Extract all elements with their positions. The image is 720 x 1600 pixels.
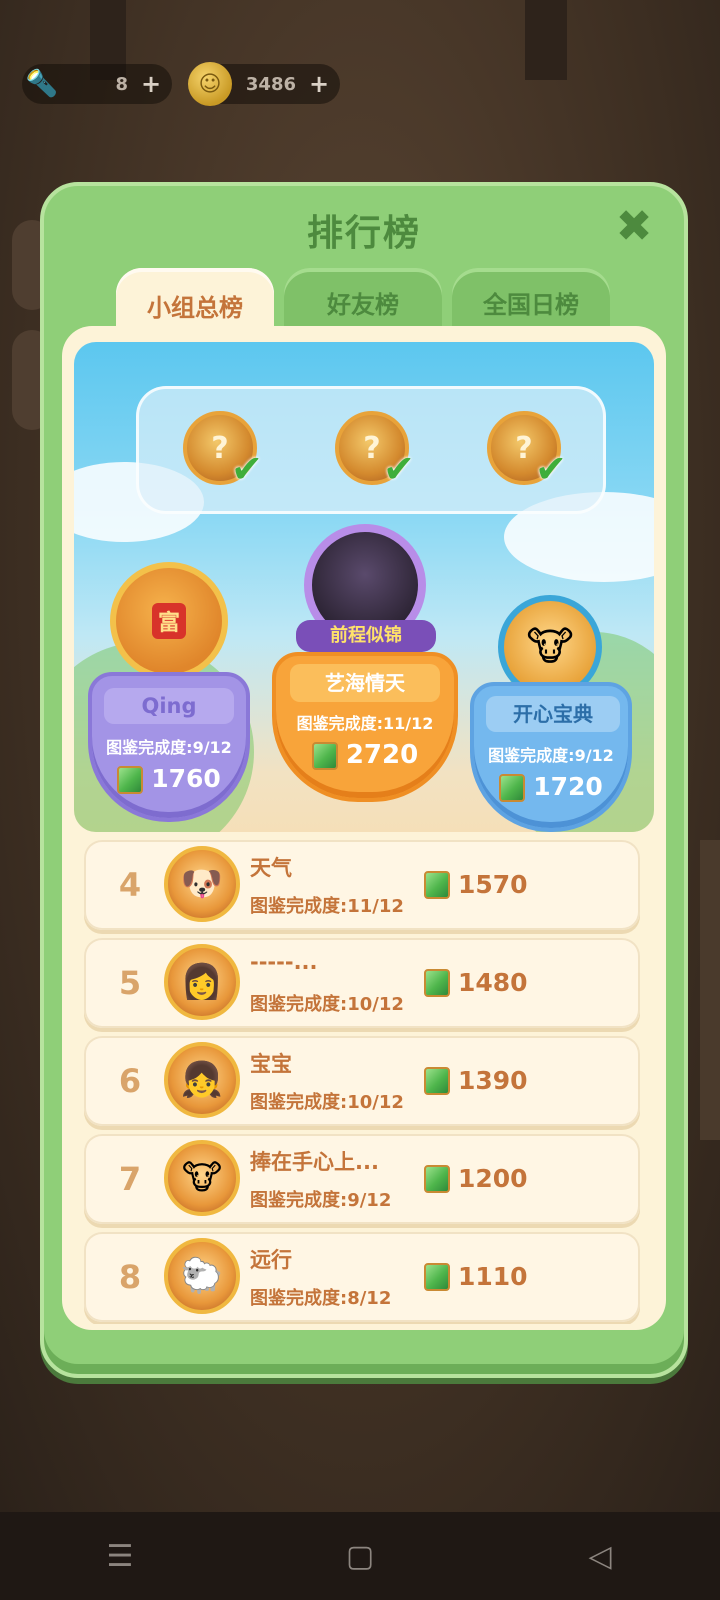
ranking-row-4[interactable]: 4 🐶 天气 图鉴完成度:11/12 1570 xyxy=(84,840,640,930)
panel-title: 排行榜 xyxy=(306,213,421,254)
second-name: Qing xyxy=(104,688,234,724)
gem-icon xyxy=(424,968,450,997)
third-name: 开心宝典 xyxy=(486,696,620,732)
system-nav-bar: ☰ ▢ ◁ xyxy=(0,1512,720,1600)
player-score: 1390 xyxy=(424,1066,528,1095)
rank-number: 6 xyxy=(118,1062,142,1100)
podium-third[interactable]: 🐮 开心宝典 图鉴完成度:9/12 1720 xyxy=(470,587,632,832)
score-value: 1390 xyxy=(458,1066,528,1095)
third-score: 1720 xyxy=(533,772,603,801)
second-progress: 图鉴完成度:9/12 xyxy=(106,738,232,757)
player-name: 宝宝 xyxy=(250,1052,292,1076)
background-beam xyxy=(525,0,567,80)
score-value: 1570 xyxy=(458,870,528,899)
check-icon: ✔ xyxy=(535,447,567,491)
torch-counter: 🔦 8 + xyxy=(22,64,172,104)
player-avatar: 🐮 xyxy=(164,1140,240,1216)
gem-icon xyxy=(499,774,526,802)
gem-icon xyxy=(424,1164,450,1193)
rank-number: 8 xyxy=(118,1258,142,1296)
ranking-row-8[interactable]: 8 🐑 远行 图鉴完成度:8/12 1110 xyxy=(84,1232,640,1322)
first-title-badge: 前程似锦 xyxy=(296,620,436,652)
rank-number: 4 xyxy=(118,866,142,904)
podium-scene: ? ✔ ? ✔ ? ✔ 富 Qing 图鉴完成度:9/12 1760 前程似锦 … xyxy=(74,342,654,832)
score-value: 1200 xyxy=(458,1164,528,1193)
first-name: 艺海情天 xyxy=(290,664,440,702)
back-button[interactable]: ◁ xyxy=(570,1526,630,1586)
back-icon: ◁ xyxy=(588,1538,612,1574)
gem-icon xyxy=(424,1262,450,1291)
gem-icon xyxy=(117,766,144,794)
first-shield: 艺海情天 图鉴完成度:11/12 2720 xyxy=(272,652,458,802)
question-icon: ? xyxy=(515,430,533,466)
add-coin-button[interactable]: + xyxy=(306,70,332,98)
score-value: 1480 xyxy=(458,968,528,997)
third-shield: 开心宝典 图鉴完成度:9/12 1720 xyxy=(470,682,632,832)
rank-number: 7 xyxy=(118,1160,142,1198)
torch-count: 8 xyxy=(115,73,128,95)
check-icon: ✔ xyxy=(383,447,415,491)
coin-icon: ☺ xyxy=(188,62,232,106)
home-button[interactable]: ▢ xyxy=(330,1526,390,1586)
ranking-row-7[interactable]: 7 🐮 捧在手心上... 图鉴完成度:9/12 1200 xyxy=(84,1134,640,1224)
player-score: 1110 xyxy=(424,1262,528,1291)
player-avatar: 🐶 xyxy=(164,846,240,922)
coin-count: 3486 xyxy=(245,73,296,95)
third-progress: 图鉴完成度:9/12 xyxy=(488,746,614,765)
gem-icon xyxy=(424,1066,450,1095)
first-score: 2720 xyxy=(345,740,419,770)
menu-icon: ☰ xyxy=(106,1538,134,1574)
player-avatar: 👩 xyxy=(164,944,240,1020)
podium-second[interactable]: 富 Qing 图鉴完成度:9/12 1760 xyxy=(88,552,250,822)
player-score: 1570 xyxy=(424,870,528,899)
first-progress: 图鉴完成度:11/12 xyxy=(296,714,434,733)
player-name: 远行 xyxy=(250,1248,292,1272)
gem-icon xyxy=(424,870,450,899)
torch-icon: 🔦 xyxy=(25,69,59,99)
second-avatar: 富 xyxy=(110,562,228,680)
reward-progress-box: ? ✔ ? ✔ ? ✔ xyxy=(136,386,606,514)
second-shield: Qing 图鉴完成度:9/12 1760 xyxy=(88,672,250,822)
leaderboard-panel: 排行榜 ✖ 小组总榜 好友榜 全国日榜 ? ✔ ? ✔ ? ✔ 富 Qing 图… xyxy=(40,182,688,1378)
player-avatar: 👧 xyxy=(164,1042,240,1118)
ranking-list: 4 🐶 天气 图鉴完成度:11/12 1570 5 👩 -----... 图鉴完… xyxy=(80,840,650,1324)
fortune-badge: 富 xyxy=(151,603,186,639)
gem-icon xyxy=(311,741,338,770)
rank-number: 5 xyxy=(118,964,142,1002)
player-avatar: 🐑 xyxy=(164,1238,240,1314)
collection-progress: 图鉴完成度:10/12 xyxy=(250,1092,404,1113)
second-score: 1760 xyxy=(151,764,221,793)
question-icon: ? xyxy=(211,430,229,466)
collection-progress: 图鉴完成度:9/12 xyxy=(250,1190,392,1211)
player-name: 捧在手心上... xyxy=(250,1150,379,1174)
leaderboard-content: ? ✔ ? ✔ ? ✔ 富 Qing 图鉴完成度:9/12 1760 前程似锦 … xyxy=(62,326,666,1330)
collection-progress: 图鉴完成度:10/12 xyxy=(250,994,404,1015)
player-name: 天气 xyxy=(250,856,292,880)
close-icon: ✖ xyxy=(615,200,653,252)
player-name: -----... xyxy=(250,950,318,974)
home-icon: ▢ xyxy=(345,1538,375,1574)
player-score: 1480 xyxy=(424,968,528,997)
player-score: 1200 xyxy=(424,1164,528,1193)
ranking-row-5[interactable]: 5 👩 -----... 图鉴完成度:10/12 1480 xyxy=(84,938,640,1028)
menu-button[interactable]: ☰ xyxy=(90,1526,150,1586)
background-side-decor xyxy=(700,840,720,1140)
check-icon: ✔ xyxy=(231,447,263,491)
ranking-row-6[interactable]: 6 👧 宝宝 图鉴完成度:10/12 1390 xyxy=(84,1036,640,1126)
add-torch-button[interactable]: + xyxy=(138,70,164,98)
podium-first[interactable]: 前程似锦 艺海情天 图鉴完成度:11/12 2720 xyxy=(272,512,458,802)
coin-counter: ☺ 3486 + xyxy=(188,62,340,106)
close-button[interactable]: ✖ xyxy=(610,200,658,252)
question-icon: ? xyxy=(363,430,381,466)
collection-progress: 图鉴完成度:11/12 xyxy=(250,896,404,917)
collection-progress: 图鉴完成度:8/12 xyxy=(250,1288,392,1309)
score-value: 1110 xyxy=(458,1262,528,1291)
